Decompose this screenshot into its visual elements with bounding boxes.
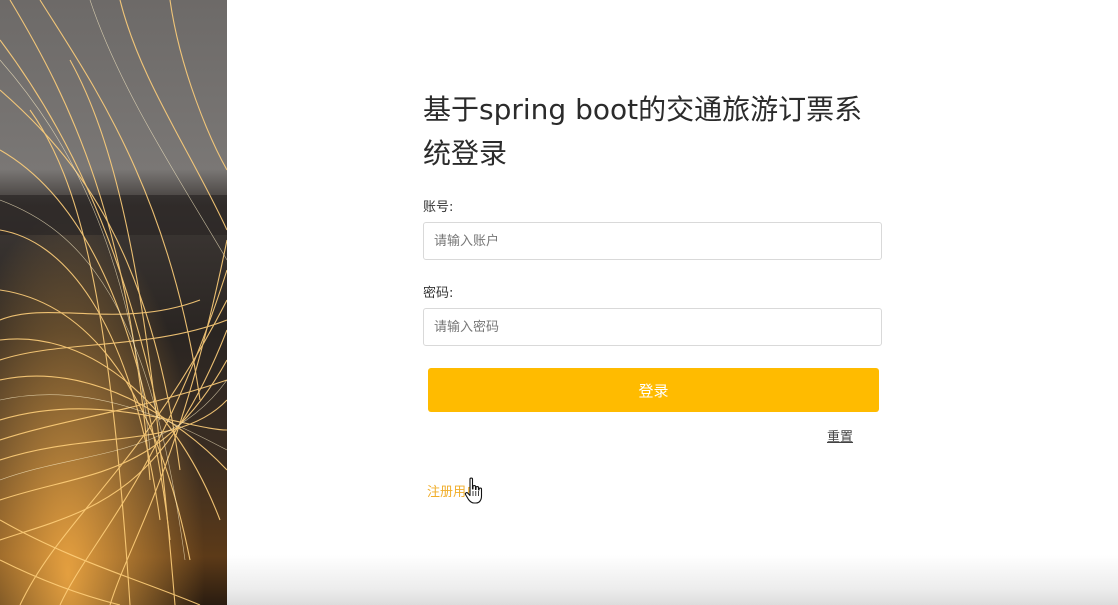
hand-pointer-icon: [464, 477, 483, 504]
password-label: 密码:: [423, 286, 454, 301]
login-form: 基于spring boot的交通旅游订票系统登录 账号: 密码: 登录 重置 注…: [423, 88, 885, 500]
account-label: 账号:: [423, 200, 454, 215]
reset-button[interactable]: 重置: [827, 426, 853, 445]
login-button[interactable]: 登录: [428, 368, 879, 412]
account-input[interactable]: [423, 222, 882, 260]
sparks-background-image: [0, 0, 227, 605]
password-input[interactable]: [423, 308, 882, 346]
bottom-fade-bar: [227, 555, 1118, 605]
login-page: 基于spring boot的交通旅游订票系统登录 账号: 密码: 登录 重置 注…: [0, 0, 1118, 605]
page-title: 基于spring boot的交通旅游订票系统登录: [423, 93, 863, 170]
